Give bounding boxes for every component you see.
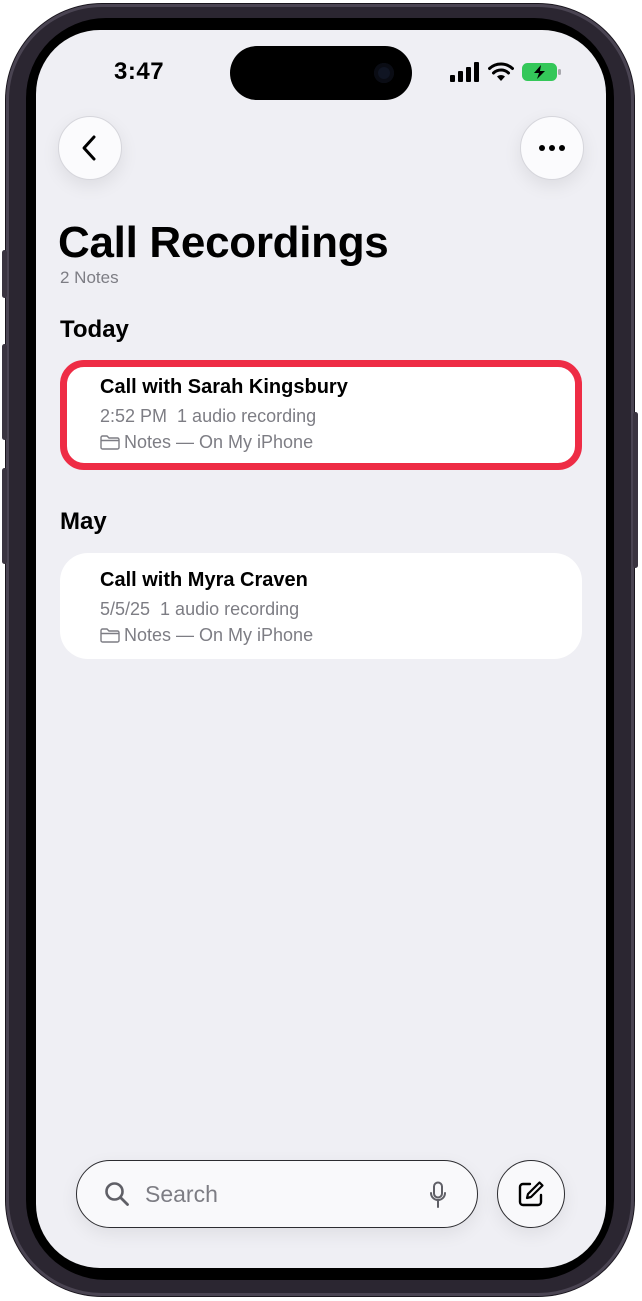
note-folder-label: Notes — On My iPhone	[124, 625, 314, 645]
folder-icon	[100, 435, 120, 450]
more-button[interactable]	[520, 116, 584, 180]
power-button	[633, 412, 638, 568]
section-header-may: May	[60, 508, 107, 535]
note-meta: 2:52 PM 1 audio recording	[100, 406, 348, 427]
microphone-icon[interactable]	[429, 1181, 447, 1209]
cellular-signal-icon	[450, 62, 479, 82]
note-count: 2 Notes	[60, 268, 119, 287]
status-time: 3:47	[114, 58, 165, 85]
section-header-today: Today	[60, 316, 129, 343]
back-button[interactable]	[58, 116, 122, 180]
note-detail: 1 audio recording	[177, 406, 317, 426]
compose-button[interactable]	[497, 1160, 565, 1228]
page-title: Call Recordings	[58, 218, 389, 267]
note-date: 2:52 PM	[100, 406, 168, 426]
wifi-icon	[488, 62, 514, 81]
chevron-left-icon	[82, 135, 96, 161]
camera-icon	[374, 63, 394, 83]
note-meta: 5/5/25 1 audio recording	[100, 599, 313, 620]
search-bar[interactable]	[76, 1160, 478, 1228]
note-title: Call with Myra Craven	[100, 569, 308, 591]
note-title: Call with Sarah Kingsbury	[100, 376, 348, 398]
compose-icon	[518, 1181, 544, 1207]
dynamic-island	[230, 46, 412, 100]
note-date: 5/5/25	[100, 599, 151, 619]
battery-charging-icon	[522, 63, 561, 81]
note-card-myra-craven[interactable]: Call with Myra Craven 5/5/25 1 audio reco…	[60, 553, 582, 659]
volume-up-button	[2, 344, 7, 440]
note-folder: Notes — On My iPhone	[100, 432, 348, 453]
note-folder: Notes — On My iPhone	[100, 625, 313, 646]
search-icon	[103, 1180, 131, 1208]
note-card-sarah-kingsbury[interactable]: Call with Sarah Kingsbury 2:52 PM 1 audio…	[60, 360, 582, 470]
action-button	[2, 250, 7, 298]
status-icons	[450, 62, 562, 82]
search-input[interactable]	[143, 1179, 397, 1209]
note-detail: 1 audio recording	[160, 599, 300, 619]
volume-down-button	[2, 468, 7, 564]
note-folder-label: Notes — On My iPhone	[124, 432, 314, 452]
folder-icon	[100, 628, 120, 643]
screen: 3:47 Call Recordings 2 Notes Today Call …	[36, 30, 606, 1268]
ellipsis-icon	[539, 145, 565, 151]
